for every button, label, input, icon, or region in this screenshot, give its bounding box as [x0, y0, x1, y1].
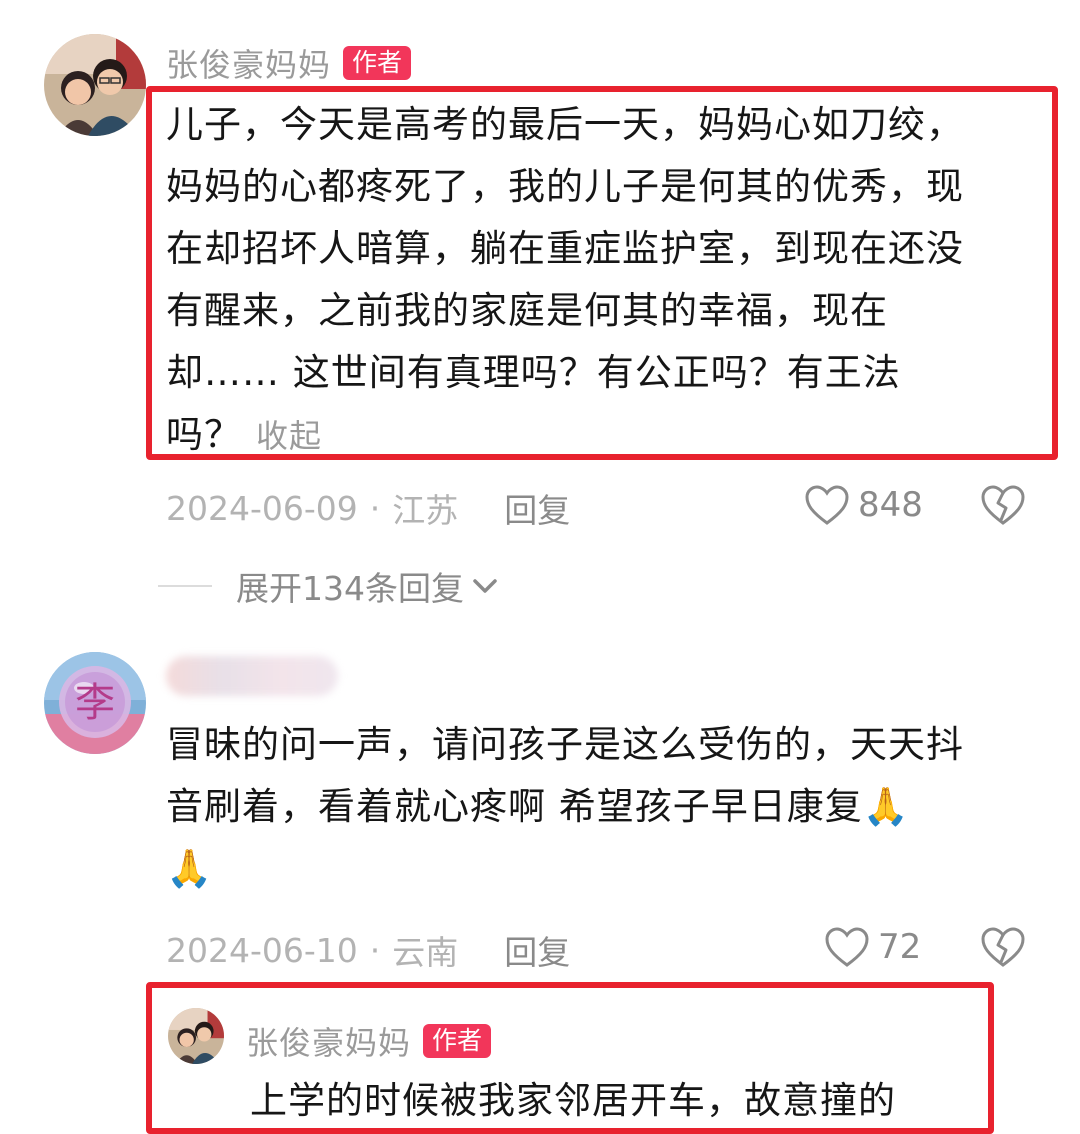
heart-icon	[825, 927, 869, 967]
comment-text: 儿子，今天是高考的最后一天，妈妈心如刀绞， 妈妈的心都疼死了，我的儿子是何其的优…	[166, 94, 1046, 456]
comment-1: 张俊豪妈妈 作者 儿子，今天是高考的最后一天，妈妈心如刀绞， 妈妈的心都疼死了，…	[0, 0, 1080, 560]
comment-meta: 2024-06-10 · 云南 回复	[166, 926, 570, 974]
username-row: 张俊豪妈妈 作者	[246, 1018, 492, 1064]
svg-text:李: 李	[75, 680, 115, 726]
separator-dot: ·	[369, 930, 381, 970]
broken-heart-icon	[981, 927, 1025, 967]
comment-line: 吗？ 收起	[166, 404, 1046, 456]
comment-location: 江苏	[392, 491, 459, 530]
comment-line: 有醒来，之前我的家庭是何其的幸福，现在	[166, 289, 888, 332]
like-count: 848	[858, 485, 923, 525]
avatar[interactable]: 李	[44, 652, 146, 754]
like-button[interactable]: 848	[804, 484, 923, 526]
collapse-link[interactable]: 收起	[256, 417, 322, 455]
comment-line: 儿子，今天是高考的最后一天，妈妈心如刀绞，	[166, 103, 964, 146]
username-row: 张俊豪妈妈 作者	[166, 40, 412, 86]
reply-button[interactable]: 回复	[504, 926, 570, 974]
avatar[interactable]	[44, 34, 146, 136]
like-count: 72	[878, 927, 922, 967]
comment-line: 却…… 这世间有真理吗？有公正吗？有王法	[166, 351, 901, 394]
author-badge: 作者	[343, 46, 412, 80]
comment-meta: 2024-06-09 · 江苏 回复	[166, 484, 570, 532]
avatar[interactable]	[168, 1008, 224, 1064]
author-reply: 张俊豪妈妈 作者 上学的时候被我家邻居开车，故意撞的	[0, 980, 1080, 1122]
heart-icon	[805, 485, 849, 525]
expand-replies-label: 展开134条回复	[236, 569, 464, 608]
comment-line: 妈妈的心都疼死了，我的儿子是何其的优秀，现	[166, 165, 964, 208]
comment-line: 冒昧的问一声，请问孩子是这么受伤的，天天抖	[166, 723, 964, 766]
chevron-down-icon	[473, 579, 497, 593]
reply-button[interactable]: 回复	[504, 484, 570, 532]
dislike-button[interactable]	[980, 926, 1026, 972]
separator-dot: ·	[369, 488, 381, 528]
comment-2: 李 冒昧的问一声，请问孩子是这么受伤的，天天抖 音刷着，看着就心疼啊 希望孩子早…	[0, 640, 1080, 980]
comment-line: 🙏	[166, 847, 214, 890]
expand-replies-button[interactable]: 展开134条回复	[158, 562, 500, 610]
comment-date: 2024-06-09	[166, 488, 358, 528]
comment-text: 冒昧的问一声，请问孩子是这么受伤的，天天抖 音刷着，看着就心疼啊 希望孩子早日康…	[166, 714, 1046, 900]
username[interactable]: 张俊豪妈妈	[166, 40, 331, 86]
username[interactable]: 张俊豪妈妈	[246, 1018, 411, 1064]
reply-text: 上学的时候被我家邻居开车，故意撞的	[250, 1079, 896, 1122]
comment-date: 2024-06-10	[166, 930, 358, 970]
dislike-button[interactable]	[980, 484, 1026, 530]
like-button[interactable]: 72	[824, 926, 921, 968]
comment-line: 在却招坏人暗算，躺在重症监护室，到现在还没	[166, 227, 964, 270]
author-badge: 作者	[423, 1024, 492, 1058]
blurred-username[interactable]	[166, 656, 338, 696]
broken-heart-icon	[981, 485, 1025, 525]
comment-line-text: 吗？	[166, 413, 242, 456]
comment-line: 音刷着，看着就心疼啊 希望孩子早日康复🙏	[166, 785, 910, 828]
comment-location: 云南	[392, 933, 459, 972]
divider-line	[158, 585, 212, 587]
